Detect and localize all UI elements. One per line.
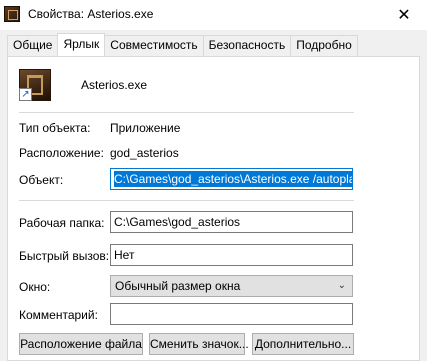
tab-general[interactable]: Общие: [7, 35, 59, 56]
target-input[interactable]: C:\Games\god_asterios\Asterios.exe /auto…: [110, 168, 353, 190]
tab-shortcut[interactable]: Ярлык: [57, 33, 106, 56]
hotkey-label: Быстрый вызов:: [19, 249, 110, 263]
target-label: Объект:: [19, 173, 64, 187]
open-file-location-button[interactable]: Расположение файла: [19, 333, 143, 355]
divider: [19, 112, 354, 113]
type-label: Тип объекта:: [19, 121, 91, 135]
hotkey-input[interactable]: Нет: [110, 244, 353, 266]
shortcut-name: Asterios.exe: [81, 78, 148, 92]
window-mode-select[interactable]: Обычный размер окна ⌄: [110, 275, 353, 297]
advanced-button[interactable]: Дополнительно...: [252, 333, 354, 355]
location-value: god_asterios: [110, 146, 179, 160]
window-app-icon: [4, 6, 20, 22]
workdir-input[interactable]: C:\Games\god_asterios: [110, 211, 353, 233]
shortcut-arrow-icon: ↗: [19, 88, 32, 101]
location-label: Расположение:: [19, 146, 104, 160]
divider: [19, 200, 354, 201]
window-title: Свойства: Asterios.exe: [28, 7, 154, 21]
target-input-value: C:\Games\god_asterios\Asterios.exe /auto…: [114, 171, 352, 187]
tab-strip: Общие Ярлык Совместимость Безопасность П…: [7, 33, 358, 56]
tab-details[interactable]: Подробно: [290, 35, 358, 56]
title-bar: Свойства: Asterios.exe ✕: [0, 0, 427, 30]
chevron-down-icon: ⌄: [337, 280, 346, 291]
change-icon-button[interactable]: Сменить значок...: [149, 333, 249, 355]
tab-compatibility[interactable]: Совместимость: [104, 35, 204, 56]
workdir-input-value: C:\Games\god_asterios: [114, 215, 241, 229]
close-button[interactable]: ✕: [381, 0, 427, 30]
close-icon: ✕: [397, 7, 411, 24]
tab-security[interactable]: Безопасность: [202, 35, 292, 56]
type-value: Приложение: [110, 121, 181, 135]
window-mode-value: Обычный размер окна: [115, 279, 241, 293]
hotkey-input-value: Нет: [114, 248, 135, 262]
comment-label: Комментарий:: [19, 308, 98, 322]
window-mode-label: Окно:: [19, 280, 51, 294]
comment-input[interactable]: [110, 303, 353, 325]
workdir-label: Рабочая папка:: [19, 216, 105, 230]
